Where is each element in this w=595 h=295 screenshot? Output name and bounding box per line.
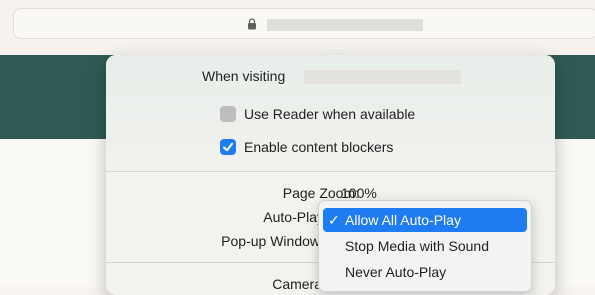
menu-item-label: Allow All Auto-Play bbox=[345, 212, 461, 228]
content-blockers-option[interactable]: Enable content blockers bbox=[220, 138, 393, 156]
reader-option[interactable]: Use Reader when available bbox=[220, 105, 415, 123]
reader-option-label: Use Reader when available bbox=[244, 106, 416, 122]
redacted-url bbox=[267, 19, 423, 31]
page-zoom-value[interactable]: 100% bbox=[341, 185, 377, 201]
menu-item-never-auto-play[interactable]: Never Auto-Play bbox=[323, 260, 527, 284]
browser-toolbar bbox=[0, 0, 595, 55]
menu-item-label: Stop Media with Sound bbox=[345, 238, 489, 254]
auto-play-label: Auto-Play bbox=[263, 209, 324, 225]
content-blockers-checkbox[interactable] bbox=[220, 139, 236, 155]
content-blockers-label: Enable content blockers bbox=[244, 139, 394, 155]
checkmark-icon: ✓ bbox=[328, 212, 340, 228]
menu-item-stop-media-with-sound[interactable]: Stop Media with Sound bbox=[323, 234, 527, 258]
reader-checkbox[interactable] bbox=[220, 106, 236, 122]
popover-header: When visiting Use Reader when available … bbox=[106, 55, 555, 171]
address-bar[interactable] bbox=[13, 8, 595, 39]
menu-item-allow-all-auto-play[interactable]: ✓ Allow All Auto-Play bbox=[323, 208, 527, 232]
divider bbox=[106, 171, 555, 172]
camera-label: Camera bbox=[272, 276, 322, 292]
redacted-site-name bbox=[304, 70, 461, 84]
menu-item-label: Never Auto-Play bbox=[345, 264, 447, 280]
auto-play-dropdown-menu: ✓ Allow All Auto-Play Stop Media with So… bbox=[318, 200, 532, 292]
lock-icon bbox=[248, 18, 256, 30]
checkmark-icon bbox=[223, 142, 233, 152]
visiting-label: When visiting bbox=[202, 68, 286, 84]
popup-windows-label: Pop-up Window bbox=[221, 233, 320, 249]
